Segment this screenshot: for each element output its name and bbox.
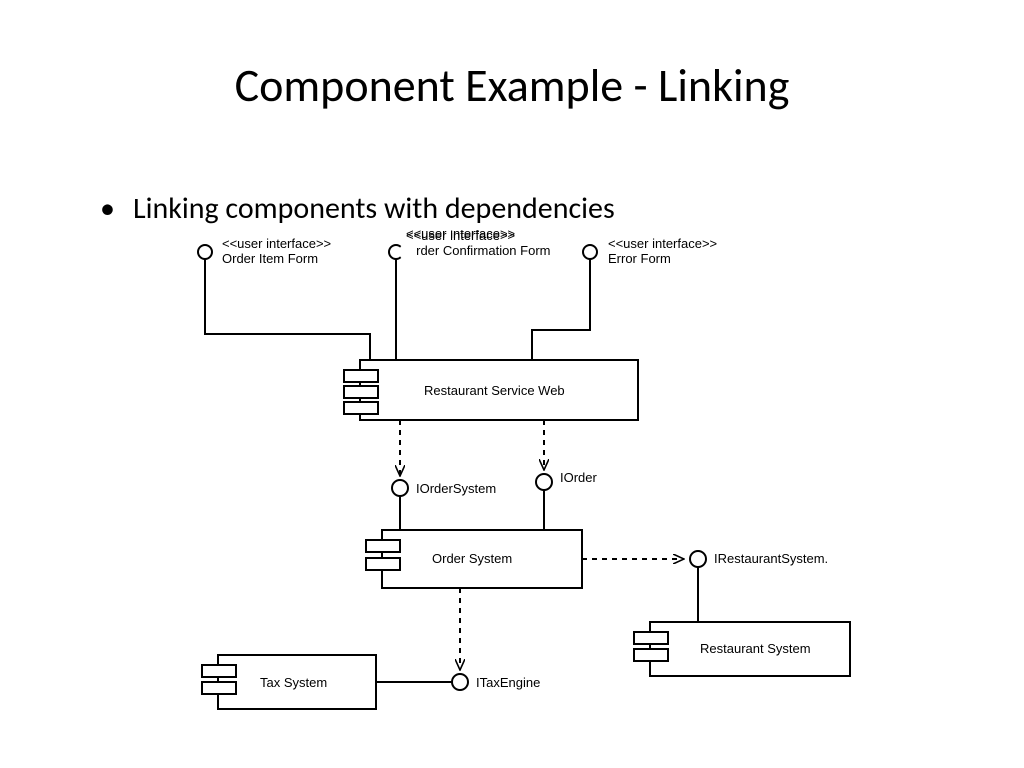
interface-label: <<user interface>>: [222, 236, 331, 251]
component-label: Order System: [432, 551, 512, 566]
component-label: Restaurant Service Web: [424, 383, 565, 398]
interface-label: Order Confirmation Form: [406, 243, 550, 258]
slide-title: Component Example - Linking: [0, 58, 1024, 114]
interface-label: IOrder: [560, 470, 598, 485]
lollipop-icon: [452, 674, 468, 690]
component-label: Restaurant System: [700, 641, 811, 656]
lollipop-icon: [583, 245, 597, 259]
component-order-system: Order System: [366, 530, 582, 588]
interface-label: IOrderSystem: [416, 481, 496, 496]
lollipop-icon: [690, 551, 706, 567]
interface-label: IRestaurantSystem.: [714, 551, 828, 566]
component-restaurant-system: Restaurant System: [634, 622, 850, 676]
bullet-item: Linking components with dependencies: [100, 190, 615, 227]
interface-label: <<user interface>>: [608, 236, 717, 251]
component-diagram: <<user interface>> Order Item Form <<use…: [160, 230, 920, 740]
lollipop-icon: [198, 245, 212, 259]
component-tax-system: Tax System: [202, 655, 376, 709]
lollipop-icon: [392, 480, 408, 496]
component-restaurant-service-web: Restaurant Service Web: [344, 360, 638, 420]
interface-label: ITaxEngine: [476, 675, 540, 690]
interface-label: Order Item Form: [222, 251, 318, 266]
interface-label: <<user interface>>: [406, 230, 515, 243]
bullet-text: Linking components with dependencies: [133, 190, 615, 227]
slide: Component Example - Linking Linking comp…: [0, 0, 1024, 768]
interface-label: Error Form: [608, 251, 671, 266]
lollipop-icon: [536, 474, 552, 490]
component-label: Tax System: [260, 675, 327, 690]
